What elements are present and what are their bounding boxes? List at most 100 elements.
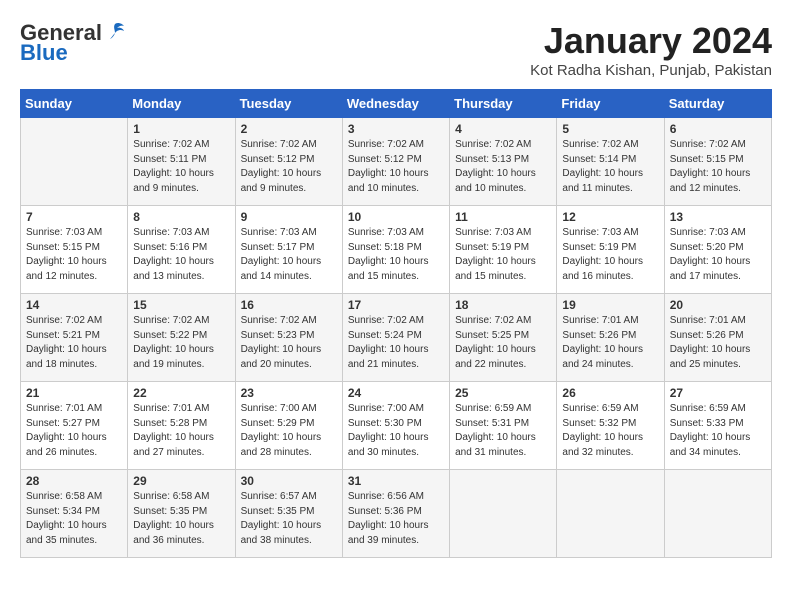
day-info: Sunrise: 7:03 AMSunset: 5:19 PMDaylight:… xyxy=(455,226,551,284)
day-number: 5 xyxy=(562,122,658,136)
calendar-cell: 4 Sunrise: 7:02 AMSunset: 5:13 PMDaylight… xyxy=(450,118,557,206)
day-number: 11 xyxy=(455,210,551,224)
calendar-cell: 14Sunrise: 7:02 AMSunset: 5:21 PMDayligh… xyxy=(21,294,128,382)
day-info: Sunrise: 7:02 AMSunset: 5:13 PMDaylight:… xyxy=(455,138,551,196)
day-number: 9 xyxy=(241,210,337,224)
day-info: Sunrise: 6:59 AMSunset: 5:33 PMDaylight:… xyxy=(670,402,766,460)
day-number: 15 xyxy=(133,298,229,312)
day-info: Sunrise: 7:02 AMSunset: 5:11 PMDaylight:… xyxy=(133,138,229,196)
day-info: Sunrise: 7:03 AMSunset: 5:16 PMDaylight:… xyxy=(133,226,229,284)
calendar-cell: 5 Sunrise: 7:02 AMSunset: 5:14 PMDaylight… xyxy=(557,118,664,206)
day-info: Sunrise: 7:01 AMSunset: 5:26 PMDaylight:… xyxy=(670,314,766,372)
day-info: Sunrise: 7:01 AMSunset: 5:27 PMDaylight:… xyxy=(26,402,122,460)
month-title: January 2024 xyxy=(530,20,772,62)
calendar-cell: 25Sunrise: 6:59 AMSunset: 5:31 PMDayligh… xyxy=(450,382,557,470)
calendar-cell: 23 Sunrise: 7:00 AMSunset: 5:29 PMDayligh… xyxy=(235,382,342,470)
calendar-cell: 3Sunrise: 7:02 AMSunset: 5:12 PMDaylight… xyxy=(342,118,449,206)
day-info: Sunrise: 7:02 AMSunset: 5:12 PMDaylight:… xyxy=(241,138,337,196)
day-number: 30 xyxy=(241,474,337,488)
day-info: Sunrise: 7:03 AMSunset: 5:18 PMDaylight:… xyxy=(348,226,444,284)
calendar-cell: 9 Sunrise: 7:03 AMSunset: 5:17 PMDaylight… xyxy=(235,206,342,294)
calendar-cell: 21Sunrise: 7:01 AMSunset: 5:27 PMDayligh… xyxy=(21,382,128,470)
day-info: Sunrise: 7:01 AMSunset: 5:28 PMDaylight:… xyxy=(133,402,229,460)
day-info: Sunrise: 6:59 AMSunset: 5:31 PMDaylight:… xyxy=(455,402,551,460)
calendar-cell: 11 Sunrise: 7:03 AMSunset: 5:19 PMDayligh… xyxy=(450,206,557,294)
day-info: Sunrise: 7:02 AMSunset: 5:22 PMDaylight:… xyxy=(133,314,229,372)
day-number: 4 xyxy=(455,122,551,136)
day-info: Sunrise: 6:58 AMSunset: 5:34 PMDaylight:… xyxy=(26,490,122,548)
day-number: 20 xyxy=(670,298,766,312)
day-info: Sunrise: 7:00 AMSunset: 5:30 PMDaylight:… xyxy=(348,402,444,460)
calendar-cell xyxy=(21,118,128,206)
calendar-cell: 8 Sunrise: 7:03 AMSunset: 5:16 PMDaylight… xyxy=(128,206,235,294)
calendar-cell: 24 Sunrise: 7:00 AMSunset: 5:30 PMDayligh… xyxy=(342,382,449,470)
calendar-cell: 13 Sunrise: 7:03 AMSunset: 5:20 PMDayligh… xyxy=(664,206,771,294)
calendar-week-2: 7Sunrise: 7:03 AMSunset: 5:15 PMDaylight… xyxy=(21,206,772,294)
day-number: 8 xyxy=(133,210,229,224)
header-day-tuesday: Tuesday xyxy=(235,90,342,118)
calendar-cell xyxy=(664,470,771,558)
calendar-cell xyxy=(557,470,664,558)
day-number: 27 xyxy=(670,386,766,400)
calendar-cell: 26 Sunrise: 6:59 AMSunset: 5:32 PMDayligh… xyxy=(557,382,664,470)
calendar-cell: 16 Sunrise: 7:02 AMSunset: 5:23 PMDayligh… xyxy=(235,294,342,382)
day-info: Sunrise: 7:03 AMSunset: 5:19 PMDaylight:… xyxy=(562,226,658,284)
header-day-thursday: Thursday xyxy=(450,90,557,118)
header-day-monday: Monday xyxy=(128,90,235,118)
day-number: 26 xyxy=(562,386,658,400)
day-number: 17 xyxy=(348,298,444,312)
location: Kot Radha Kishan, Punjab, Pakistan xyxy=(530,62,772,79)
day-number: 22 xyxy=(133,386,229,400)
calendar-cell: 30 Sunrise: 6:57 AMSunset: 5:35 PMDayligh… xyxy=(235,470,342,558)
logo-bird-icon xyxy=(104,20,126,42)
day-number: 23 xyxy=(241,386,337,400)
header-day-friday: Friday xyxy=(557,90,664,118)
day-number: 28 xyxy=(26,474,122,488)
header-day-sunday: Sunday xyxy=(21,90,128,118)
calendar-cell: 10 Sunrise: 7:03 AMSunset: 5:18 PMDayligh… xyxy=(342,206,449,294)
header-day-saturday: Saturday xyxy=(664,90,771,118)
calendar-cell: 28 Sunrise: 6:58 AMSunset: 5:34 PMDayligh… xyxy=(21,470,128,558)
calendar-cell: 12Sunrise: 7:03 AMSunset: 5:19 PMDayligh… xyxy=(557,206,664,294)
day-number: 24 xyxy=(348,386,444,400)
calendar-cell: 20 Sunrise: 7:01 AMSunset: 5:26 PMDayligh… xyxy=(664,294,771,382)
day-number: 19 xyxy=(562,298,658,312)
logo: General Blue xyxy=(20,20,126,66)
day-number: 14 xyxy=(26,298,122,312)
calendar-week-4: 21Sunrise: 7:01 AMSunset: 5:27 PMDayligh… xyxy=(21,382,772,470)
day-info: Sunrise: 6:57 AMSunset: 5:35 PMDaylight:… xyxy=(241,490,337,548)
day-number: 16 xyxy=(241,298,337,312)
header-day-wednesday: Wednesday xyxy=(342,90,449,118)
calendar-cell: 6 Sunrise: 7:02 AMSunset: 5:15 PMDaylight… xyxy=(664,118,771,206)
day-info: Sunrise: 7:02 AMSunset: 5:23 PMDaylight:… xyxy=(241,314,337,372)
day-info: Sunrise: 7:02 AMSunset: 5:15 PMDaylight:… xyxy=(670,138,766,196)
day-number: 2 xyxy=(241,122,337,136)
page-header: General Blue January 2024 Kot Radha Kish… xyxy=(20,20,772,79)
calendar-cell: 1 Sunrise: 7:02 AMSunset: 5:11 PMDaylight… xyxy=(128,118,235,206)
calendar-cell xyxy=(450,470,557,558)
day-info: Sunrise: 7:03 AMSunset: 5:17 PMDaylight:… xyxy=(241,226,337,284)
calendar-week-1: 1 Sunrise: 7:02 AMSunset: 5:11 PMDaylight… xyxy=(21,118,772,206)
calendar-cell: 31Sunrise: 6:56 AMSunset: 5:36 PMDayligh… xyxy=(342,470,449,558)
calendar-cell: 18Sunrise: 7:02 AMSunset: 5:25 PMDayligh… xyxy=(450,294,557,382)
day-info: Sunrise: 7:02 AMSunset: 5:24 PMDaylight:… xyxy=(348,314,444,372)
calendar-cell: 19 Sunrise: 7:01 AMSunset: 5:26 PMDayligh… xyxy=(557,294,664,382)
day-info: Sunrise: 6:59 AMSunset: 5:32 PMDaylight:… xyxy=(562,402,658,460)
day-number: 31 xyxy=(348,474,444,488)
day-info: Sunrise: 7:02 AMSunset: 5:14 PMDaylight:… xyxy=(562,138,658,196)
day-number: 1 xyxy=(133,122,229,136)
day-info: Sunrise: 7:01 AMSunset: 5:26 PMDaylight:… xyxy=(562,314,658,372)
day-info: Sunrise: 7:00 AMSunset: 5:29 PMDaylight:… xyxy=(241,402,337,460)
day-number: 10 xyxy=(348,210,444,224)
calendar-cell: 22 Sunrise: 7:01 AMSunset: 5:28 PMDayligh… xyxy=(128,382,235,470)
calendar-week-5: 28 Sunrise: 6:58 AMSunset: 5:34 PMDayligh… xyxy=(21,470,772,558)
calendar-cell: 17 Sunrise: 7:02 AMSunset: 5:24 PMDayligh… xyxy=(342,294,449,382)
day-number: 6 xyxy=(670,122,766,136)
calendar-cell: 2 Sunrise: 7:02 AMSunset: 5:12 PMDaylight… xyxy=(235,118,342,206)
day-number: 29 xyxy=(133,474,229,488)
logo-blue-text: Blue xyxy=(20,40,68,66)
day-info: Sunrise: 7:03 AMSunset: 5:20 PMDaylight:… xyxy=(670,226,766,284)
calendar-table: SundayMondayTuesdayWednesdayThursdayFrid… xyxy=(20,89,772,558)
day-number: 13 xyxy=(670,210,766,224)
day-number: 7 xyxy=(26,210,122,224)
